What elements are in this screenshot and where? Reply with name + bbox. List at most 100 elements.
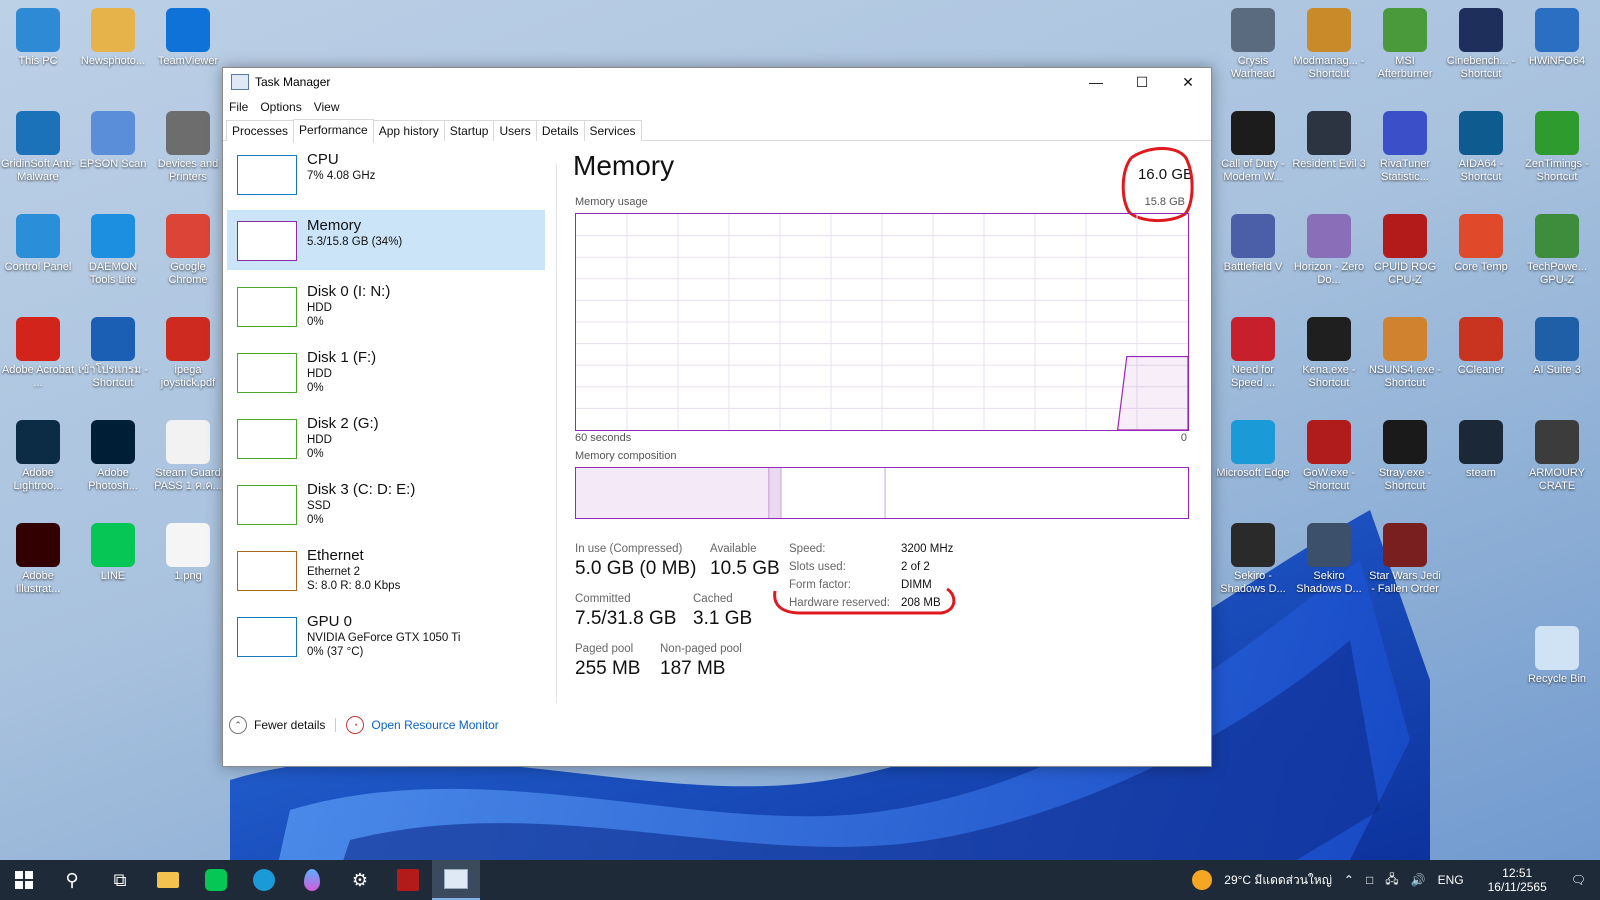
tab-startup[interactable]: Startup [443, 120, 495, 141]
desktop-shortcut[interactable]: AIDA64 - Shortcut [1443, 111, 1519, 184]
desktop-shortcut[interactable]: Kena.exe - Shortcut [1291, 317, 1367, 390]
desktop-shortcut[interactable]: DAEMON Tools Lite [75, 214, 151, 287]
tab-services[interactable]: Services [583, 120, 642, 141]
photoshop-icon [91, 420, 135, 464]
resource-item[interactable]: Disk 3 (C: D: E:) SSD 0% [227, 474, 545, 534]
title-bar[interactable]: Task Manager — ☐ ✕ [223, 68, 1211, 96]
desktop-shortcut[interactable]: Microsoft Edge [1215, 420, 1291, 480]
composition-segment-in-use[interactable] [576, 468, 769, 518]
tab-processes[interactable]: Processes [226, 120, 295, 141]
desktop-shortcut[interactable]: GridinSoft Anti-Malware [0, 111, 76, 184]
desktop-shortcut[interactable]: Cinebench... - Shortcut [1443, 8, 1519, 81]
desktop-shortcut[interactable]: NSUNS4.exe - Shortcut [1367, 317, 1443, 390]
tab-performance[interactable]: Performance [293, 119, 374, 143]
desktop-shortcut[interactable]: ZenTimings - Shortcut [1519, 111, 1595, 184]
menu-file[interactable]: File [229, 100, 248, 114]
stat-in-use-value: 5.0 GB (0 MB) [575, 558, 697, 579]
resource-item[interactable]: GPU 0 NVIDIA GeForce GTX 1050 Ti 0% (37 °C… [227, 606, 545, 666]
cpuz-taskbar-icon[interactable] [384, 860, 432, 900]
resource-item[interactable]: Disk 0 (I: N:) HDD 0% [227, 276, 545, 336]
chevron-up-icon[interactable]: ⌃ [229, 716, 247, 734]
resource-item[interactable]: CPU 7% 4.08 GHz [227, 144, 545, 204]
resource-item[interactable]: Memory 5.3/15.8 GB (34%) [227, 210, 545, 270]
desktop-shortcut[interactable]: Newsphoto... [75, 8, 151, 68]
chevron-up-tray-icon[interactable]: ⌃ [1344, 873, 1354, 887]
search-icon[interactable]: ⚲ [48, 860, 96, 900]
composition-segment-standby[interactable] [781, 468, 885, 518]
minimize-button[interactable]: — [1073, 68, 1119, 96]
desktop-shortcut-label: Adobe Acrobat ... [1, 364, 75, 389]
file-explorer-icon[interactable] [144, 860, 192, 900]
desktop-shortcut[interactable]: MSI Afterburner [1367, 8, 1443, 81]
resource-item[interactable]: Ethernet Ethernet 2 S: 8.0 R: 8.0 Kbps [227, 540, 545, 600]
resource-detail: NVIDIA GeForce GTX 1050 Ti [307, 632, 461, 644]
menu-options[interactable]: Options [260, 100, 301, 114]
desktop-shortcut[interactable]: Recycle Bin [1519, 626, 1595, 686]
volume-icon[interactable]: 🔊 [1411, 873, 1426, 887]
desktop-shortcut[interactable]: Stray.exe - Shortcut [1367, 420, 1443, 493]
desktop-shortcut[interactable]: เข้าโปรแกรม - Shortcut [75, 317, 151, 390]
weather-text[interactable]: 29°C มีแดดส่วนใหญ่ [1224, 871, 1332, 890]
start-button[interactable] [0, 860, 48, 900]
desktop-shortcut[interactable]: Core Temp [1443, 214, 1519, 274]
network-icon[interactable]: 🖧 [1385, 870, 1398, 891]
open-resource-monitor-link[interactable]: Open Resource Monitor [371, 718, 498, 732]
desktop-shortcut[interactable]: CCleaner [1443, 317, 1519, 377]
desktop-shortcut[interactable]: Devices and Printers [150, 111, 226, 184]
resource-item[interactable]: Disk 1 (F:) HDD 0% [227, 342, 545, 402]
settings-gear-icon[interactable]: ⚙ [336, 860, 384, 900]
hwinfo-taskbar-icon[interactable] [288, 860, 336, 900]
desktop-shortcut[interactable]: CPUID ROG CPU-Z [1367, 214, 1443, 287]
maximize-button[interactable]: ☐ [1119, 68, 1165, 96]
tray-app-icon[interactable]: □ [1366, 873, 1373, 887]
desktop-shortcut[interactable]: Sekiro - Shadows D... [1215, 523, 1291, 596]
desktop-shortcut[interactable]: Star Wars Jedi - Fallen Order [1367, 523, 1443, 596]
desktop-shortcut[interactable]: AI Suite 3 [1519, 317, 1595, 377]
task-manager-icon [231, 74, 249, 90]
edge-taskbar-icon[interactable] [240, 860, 288, 900]
desktop-shortcut[interactable]: Adobe Photosh... [75, 420, 151, 493]
desktop-shortcut[interactable]: Adobe Illustrat... [0, 523, 76, 596]
fewer-details-link[interactable]: Fewer details [254, 718, 325, 732]
desktop-shortcut[interactable]: Resident Evil 3 [1291, 111, 1367, 171]
desktop-shortcut[interactable]: Control Panel [0, 214, 76, 274]
desktop-shortcut[interactable]: Need for Speed ... [1215, 317, 1291, 390]
notification-icon[interactable]: 🗨 [1571, 873, 1586, 887]
desktop-shortcut[interactable]: Adobe Lightroo... [0, 420, 76, 493]
desktop-shortcut[interactable]: steam [1443, 420, 1519, 480]
desktop-shortcut[interactable]: ipega joystick.pdf [150, 317, 226, 390]
desktop-shortcut[interactable]: TeamViewer [150, 8, 226, 68]
desktop-shortcut[interactable]: Battlefield V [1215, 214, 1291, 274]
desktop-shortcut[interactable]: 1.png [150, 523, 226, 583]
tab-users[interactable]: Users [493, 120, 537, 141]
desktop-shortcut[interactable]: Adobe Acrobat ... [0, 317, 76, 390]
desktop-shortcut[interactable]: EPSON Scan [75, 111, 151, 171]
desktop-shortcut[interactable]: Modmanag... - Shortcut [1291, 8, 1367, 81]
clock[interactable]: 12:51 16/11/2565 [1488, 866, 1547, 894]
weather-icon[interactable] [1192, 870, 1213, 890]
resource-item[interactable]: Disk 2 (G:) HDD 0% [227, 408, 545, 468]
desktop-shortcut[interactable]: ARMOURY CRATE [1519, 420, 1595, 493]
desktop-shortcut[interactable]: Google Chrome [150, 214, 226, 287]
desktop-shortcut[interactable]: This PC [0, 8, 76, 68]
tab-app-history[interactable]: App history [372, 120, 445, 141]
composition-segment-modified[interactable] [768, 468, 782, 518]
tab-details[interactable]: Details [535, 120, 585, 141]
desktop-shortcut[interactable]: LINE [75, 523, 151, 583]
resource-monitor-icon: ◔ [346, 716, 365, 734]
desktop-shortcut[interactable]: RivaTuner Statistic... [1367, 111, 1443, 184]
menu-view[interactable]: View [314, 100, 340, 114]
line-taskbar-icon[interactable] [192, 860, 240, 900]
desktop-shortcut[interactable]: TechPowe... GPU-Z [1519, 214, 1595, 287]
desktop-shortcut[interactable]: Sekiro Shadows D... [1291, 523, 1367, 596]
desktop-shortcut[interactable]: Call of Duty - Modern W... [1215, 111, 1291, 184]
desktop-shortcut[interactable]: Horizon - Zero Do... [1291, 214, 1367, 287]
task-manager-taskbar-icon[interactable] [432, 860, 480, 900]
desktop-shortcut[interactable]: Steam Guard PASS 1 ค.ค... [150, 420, 226, 493]
desktop-shortcut[interactable]: HWiNFO64 [1519, 8, 1595, 68]
desktop-shortcut[interactable]: GoW.exe - Shortcut [1291, 420, 1367, 493]
desktop-shortcut[interactable]: Crysis Warhead [1215, 8, 1291, 81]
task-view-icon[interactable]: ⧉ [96, 860, 144, 900]
language-indicator[interactable]: ENG [1438, 873, 1464, 887]
close-button[interactable]: ✕ [1165, 68, 1211, 96]
